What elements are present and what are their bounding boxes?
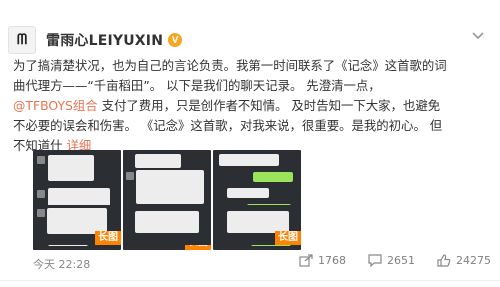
post-text-line: 不必要的误会和伤害。 《记念》这首歌，对我来说，很重要。是我的初心。 但 <box>13 118 443 133</box>
mention-link[interactable]: @TFBOYS组合 <box>13 98 98 113</box>
comment-count: 2651 <box>387 254 415 267</box>
comment-button[interactable]: 2651 <box>368 254 415 267</box>
post-actions: 1768 2651 24275 <box>299 254 491 267</box>
post-text: 为了搞清楚状况，也为自己的言论负责。我第一时间联系了《记念》这首歌的词 曲代理方… <box>13 56 491 156</box>
comment-icon <box>368 254 382 267</box>
post-text-line: 曲代理方——“千亩稻田”。 以下是我们的聊天记录。 先澄清一点， <box>13 78 381 93</box>
chat-bubble <box>219 154 279 166</box>
avatar[interactable]: ᗰ <box>8 26 36 54</box>
post-image-5[interactable] <box>123 205 211 245</box>
post-text-line: @TFBOYS组合 支付了费用，只是创作者不知情。 及时告知一下大家，也避免 <box>13 96 491 116</box>
chat-avatar <box>37 190 45 198</box>
like-button[interactable]: 24275 <box>437 254 491 267</box>
like-icon <box>437 254 451 267</box>
long-image-tag: 长图 <box>95 231 121 245</box>
post-image-4[interactable]: 长图 <box>33 205 121 245</box>
verified-badge-icon: V <box>168 33 183 47</box>
share-button[interactable]: 1768 <box>299 254 346 267</box>
chat-avatar <box>126 172 134 180</box>
chat-bubble <box>253 172 293 182</box>
chat-bubble <box>48 155 94 181</box>
like-count: 24275 <box>456 254 491 267</box>
share-icon <box>299 254 313 267</box>
username-link[interactable]: 雷雨心LEIYUXIN <box>46 30 163 50</box>
share-count: 1768 <box>318 254 346 267</box>
post-image-6[interactable]: 长图 <box>213 205 301 245</box>
post-timestamp[interactable]: 今天 22:28 <box>33 256 90 272</box>
chat-bubble <box>136 170 204 204</box>
post-text-segment: 支付了费用，只是创作者不知情。 及时告知一下大家，也避免 <box>97 98 441 113</box>
long-image-tag: 长图 <box>275 231 301 245</box>
post-header: ᗰ 雷雨心LEIYUXIN V <box>8 24 308 56</box>
chevron-down-icon[interactable] <box>470 28 486 44</box>
post-text-line: 为了搞清楚状况，也为自己的言论负责。我第一时间联系了《记念》这首歌的词 <box>13 58 447 73</box>
chat-bubble <box>227 211 289 233</box>
chat-bubble <box>135 211 199 233</box>
chat-avatar <box>37 209 45 217</box>
chat-bubble <box>135 154 181 168</box>
chat-bubble <box>227 188 269 198</box>
divider <box>0 280 500 281</box>
chat-avatar <box>37 156 45 164</box>
